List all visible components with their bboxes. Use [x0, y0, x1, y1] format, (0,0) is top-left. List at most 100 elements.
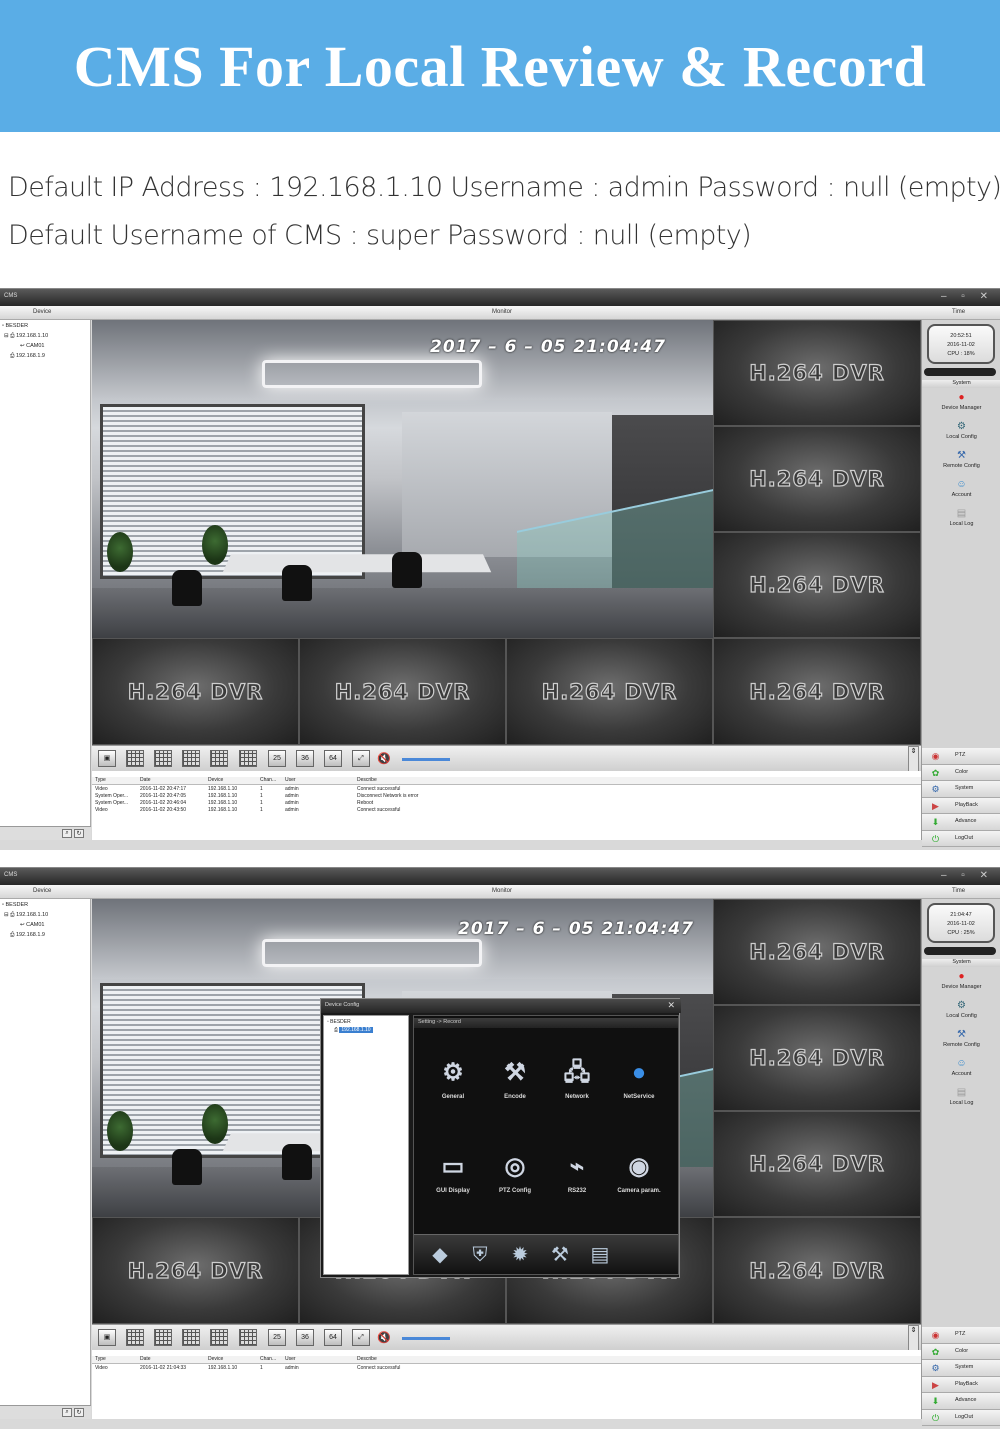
rs232-config-button[interactable]: ⌁ RS232 — [546, 1152, 608, 1194]
layout-25-button[interactable]: 25 — [268, 1329, 286, 1346]
refresh-icon[interactable]: ↻ — [74, 1408, 84, 1417]
close-icon[interactable]: ✕ — [667, 1000, 675, 1011]
device-manager-button[interactable]: ● Device Manager — [922, 392, 1000, 411]
color-button[interactable]: ✿ Color — [922, 764, 1000, 781]
log-row[interactable]: Video 2016-11-02 21:04:33 192.168.1.10 1 adm… — [92, 1365, 921, 1372]
window-controls[interactable]: – ▫ ✕ — [941, 291, 994, 302]
camera-tile[interactable]: H.264 DVR — [713, 532, 921, 638]
layout-4-button[interactable] — [126, 1329, 144, 1346]
toolbar-scroll[interactable]: ⇕ — [908, 746, 919, 772]
log-row[interactable]: Video 2016-11-02 20:43:50 192.168.1.10 1 adm… — [92, 807, 921, 814]
layout-6-button[interactable] — [154, 750, 172, 767]
layout-25-button[interactable]: 25 — [268, 750, 286, 767]
search-icon[interactable]: ⌕ — [62, 1408, 72, 1417]
layout-1-button[interactable]: ▣ — [98, 1329, 116, 1346]
layout-8-button[interactable] — [182, 750, 200, 767]
mute-speaker-icon[interactable]: 🔇 — [377, 752, 391, 765]
camera-tile[interactable]: H.264 DVR — [92, 638, 299, 745]
advance-button[interactable]: ⬇ Advance — [922, 814, 1000, 831]
tree-device-2[interactable]: ⎙ 192.168.1.9 — [10, 353, 45, 360]
system-header: System — [922, 380, 1000, 388]
alarm-category-icon[interactable]: ⛨ — [468, 1243, 492, 1267]
playback-button[interactable]: ▶ PlayBack — [922, 797, 1000, 814]
camera-tile[interactable]: H.264 DVR — [713, 320, 921, 426]
window-controls[interactable]: – ▫ ✕ — [941, 870, 994, 881]
fullscreen-icon[interactable]: ⤢ — [352, 1329, 370, 1346]
info-category-icon[interactable]: ▤ — [588, 1243, 612, 1267]
system-button[interactable]: ⚙ System — [922, 781, 1000, 798]
tree-root[interactable]: ▫ BESDER — [2, 902, 28, 908]
layout-64-button[interactable]: 64 — [324, 750, 342, 767]
color-button[interactable]: ✿ Color — [922, 1343, 1000, 1360]
local-config-button[interactable]: ⚙ Local Config — [922, 1000, 1000, 1019]
ptz-config-button[interactable]: ◎ PTZ Config — [484, 1152, 546, 1194]
dialog-tree-root[interactable]: ▫ BESDER — [327, 1019, 351, 1025]
camera-view-main[interactable]: 2017 – 6 – 05 21:04:47 — [92, 320, 713, 638]
log-row[interactable]: System Oper... 2016-11-02 20:47:05 192.168… — [92, 793, 921, 800]
tree-device-2[interactable]: ⎙ 192.168.1.9 — [10, 932, 45, 939]
layout-36-button[interactable]: 36 — [296, 1329, 314, 1346]
system-category-icon[interactable]: ✹ — [508, 1243, 532, 1267]
record-category-icon[interactable]: ◆ — [428, 1243, 452, 1267]
toolbar-scroll[interactable]: ⇕ — [908, 1325, 919, 1351]
log-row[interactable]: Video 2016-11-02 20:47:17 192.168.1.10 1 adm… — [92, 786, 921, 793]
layout-64-button[interactable]: 64 — [324, 1329, 342, 1346]
logout-button[interactable]: ⏻ LogOut — [922, 830, 1000, 847]
local-config-button[interactable]: ⚙ Local Config — [922, 421, 1000, 440]
camera-tile[interactable]: H.264 DVR — [713, 1111, 921, 1217]
encode-config-button[interactable]: ⚒ Encode — [484, 1058, 546, 1100]
account-button[interactable]: ☺ Account — [922, 479, 1000, 498]
camera-tile[interactable]: H.264 DVR — [92, 1217, 299, 1324]
fullscreen-icon[interactable]: ⤢ — [352, 750, 370, 767]
camera-tile[interactable]: H.264 DVR — [713, 638, 921, 745]
general-config-button[interactable]: ⚙ General — [422, 1058, 484, 1100]
camera-tile[interactable]: H.264 DVR — [713, 899, 921, 1005]
layout-4-button[interactable] — [126, 750, 144, 767]
device-tree-panel: ▫ BESDER ⊟ ⎙ 192.168.1.10 ↩ CAM01 ⎙ 192.… — [0, 320, 91, 840]
tree-camera[interactable]: ↩ CAM01 — [20, 343, 44, 349]
camera-param-config-button[interactable]: ◉ Camera param. — [608, 1152, 670, 1194]
camera-tile[interactable]: H.264 DVR — [299, 638, 506, 745]
camera-tile[interactable]: H.264 DVR — [713, 426, 921, 532]
layout-36-button[interactable]: 36 — [296, 750, 314, 767]
search-icon[interactable]: ⌕ — [62, 829, 72, 838]
layout-1-button[interactable]: ▣ — [98, 750, 116, 767]
tree-root[interactable]: ▫ BESDER — [2, 323, 28, 329]
system-button[interactable]: ⚙ System — [922, 1360, 1000, 1377]
camera-tile[interactable]: H.264 DVR — [506, 638, 713, 745]
logout-button[interactable]: ⏻ LogOut — [922, 1409, 1000, 1426]
camera-tile[interactable]: H.264 DVR — [713, 1217, 921, 1324]
volume-slider[interactable] — [402, 1337, 450, 1340]
layout-16-button[interactable] — [239, 750, 257, 767]
layout-8-button[interactable] — [182, 1329, 200, 1346]
tree-camera[interactable]: ↩ CAM01 — [20, 922, 44, 928]
refresh-icon[interactable]: ↻ — [74, 829, 84, 838]
manage-tools-category-icon[interactable]: ⚒ — [548, 1243, 572, 1267]
camera-tile[interactable]: H.264 DVR — [713, 1005, 921, 1111]
playback-button[interactable]: ▶ PlayBack — [922, 1376, 1000, 1393]
layout-9-button[interactable] — [210, 750, 228, 767]
layout-9-button[interactable] — [210, 1329, 228, 1346]
ptz-button[interactable]: ◉ PTZ — [922, 748, 1000, 765]
network-config-button[interactable]: 🖧 Network — [546, 1058, 608, 1100]
ptz-button[interactable]: ◉ PTZ — [922, 1327, 1000, 1344]
log-row[interactable]: System Oper... 2016-11-02 20:46:04 192.168… — [92, 800, 921, 807]
office-chair — [392, 552, 422, 588]
remote-config-button[interactable]: ⚒ Remote Config — [922, 450, 1000, 469]
netservice-config-button[interactable]: ● NetService — [608, 1058, 670, 1100]
layout-16-button[interactable] — [239, 1329, 257, 1346]
mute-speaker-icon[interactable]: 🔇 — [377, 1331, 391, 1344]
monitor-area: 2017 – 6 – 05 21:04:47 H.264 DVR H.264 D… — [92, 320, 921, 745]
layout-6-button[interactable] — [154, 1329, 172, 1346]
remote-config-button[interactable]: ⚒ Remote Config — [922, 1029, 1000, 1048]
tree-device[interactable]: ⊟ ⎙ 192.168.1.10 — [4, 333, 48, 340]
volume-slider[interactable] — [402, 758, 450, 761]
local-log-button[interactable]: ▤ Local Log — [922, 508, 1000, 527]
dialog-tree-device[interactable]: ⎙ 192.168.1.10 — [334, 1027, 373, 1033]
advance-button[interactable]: ⬇ Advance — [922, 1393, 1000, 1410]
local-log-button[interactable]: ▤ Local Log — [922, 1087, 1000, 1106]
account-button[interactable]: ☺ Account — [922, 1058, 1000, 1077]
device-manager-button[interactable]: ● Device Manager — [922, 971, 1000, 990]
gui-display-config-button[interactable]: ▭ GUI Display — [422, 1152, 484, 1194]
tree-device[interactable]: ⊟ ⎙ 192.168.1.10 — [4, 912, 48, 919]
